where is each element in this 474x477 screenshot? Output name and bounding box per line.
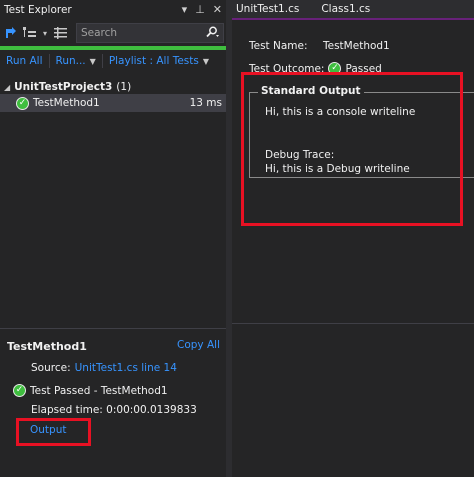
run-command-bar: Run All Run... ▼ Playlist : All Tests ▼	[0, 52, 226, 70]
test-name-label: Test Name:	[249, 40, 308, 52]
playlist-dropdown-icon[interactable]: ▼	[203, 57, 209, 66]
detail-source-row: Source: UnitTest1.cs line 14	[31, 362, 177, 374]
copy-all-link[interactable]: Copy All	[177, 339, 220, 351]
tree-item-test[interactable]: ✓ TestMethod1 13 ms	[0, 94, 226, 112]
search-icon[interactable]	[205, 26, 219, 41]
test-explorer-title: Test Explorer	[4, 4, 72, 16]
dropdown-icon[interactable]: ▾	[182, 0, 188, 20]
search-input[interactable]	[77, 24, 197, 42]
pin-icon[interactable]: ⊥	[195, 0, 205, 20]
highlight-box-output	[16, 418, 91, 446]
refresh-tests-icon[interactable]	[0, 23, 20, 43]
separator	[48, 54, 50, 68]
collapse-triangle-icon[interactable]: ◢	[4, 83, 10, 92]
tree-group-project[interactable]: ◢ UnitTestProject3 (1)	[4, 79, 131, 95]
search-box	[76, 23, 224, 43]
test-duration: 13 ms	[189, 97, 222, 109]
playlist-icon[interactable]: ▾	[40, 23, 50, 43]
test-result-pane: UnitTest1.cs Class1.cs Test Name: TestMe…	[232, 0, 474, 477]
passed-text: Test Passed - TestMethod1	[30, 384, 168, 397]
run-button[interactable]: Run...	[56, 55, 86, 67]
passed-check-icon: ✓	[13, 384, 26, 397]
group-by-icon[interactable]	[20, 23, 40, 43]
run-all-button[interactable]: Run All	[6, 55, 43, 67]
test-explorer-toolbar: ▾	[0, 21, 226, 45]
window-buttons: ▾ ⊥ ✕	[182, 0, 222, 20]
detail-divider[interactable]	[0, 328, 226, 329]
group-count: (1)	[116, 81, 132, 93]
passed-check-icon: ✓	[16, 96, 29, 110]
test-explorer-pane: Test Explorer ▾ ⊥ ✕ ▾ Run All Run... ▼	[0, 0, 226, 477]
test-name-value: TestMethod1	[323, 40, 390, 52]
playlist-button[interactable]: Playlist : All Tests	[109, 55, 199, 67]
elapsed-time: Elapsed time: 0:00:00.0139833	[31, 404, 197, 416]
separator	[101, 54, 103, 68]
detail-passed-row: ✓ Test Passed - TestMethod1	[13, 384, 168, 397]
group-name: UnitTestProject3	[14, 81, 113, 93]
result-divider	[232, 323, 474, 324]
test-explorer-title-bar: Test Explorer ▾ ⊥ ✕	[0, 0, 226, 20]
test-name: TestMethod1	[33, 97, 100, 109]
result-test-name-row: Test Name: TestMethod1	[249, 40, 390, 52]
highlight-box-standard-output	[241, 72, 463, 226]
test-run-progress-bar	[0, 46, 226, 50]
tab-unittest1[interactable]: UnitTest1.cs	[232, 0, 318, 18]
run-dropdown-icon[interactable]: ▼	[90, 57, 96, 66]
document-tabs: UnitTest1.cs Class1.cs	[232, 0, 474, 20]
close-icon[interactable]: ✕	[213, 0, 222, 20]
source-link[interactable]: UnitTest1.cs line 14	[75, 362, 177, 374]
tab-class1[interactable]: Class1.cs	[317, 0, 388, 18]
detail-test-title: TestMethod1	[7, 340, 87, 353]
columns-icon[interactable]	[50, 23, 70, 43]
source-label: Source:	[31, 362, 71, 374]
